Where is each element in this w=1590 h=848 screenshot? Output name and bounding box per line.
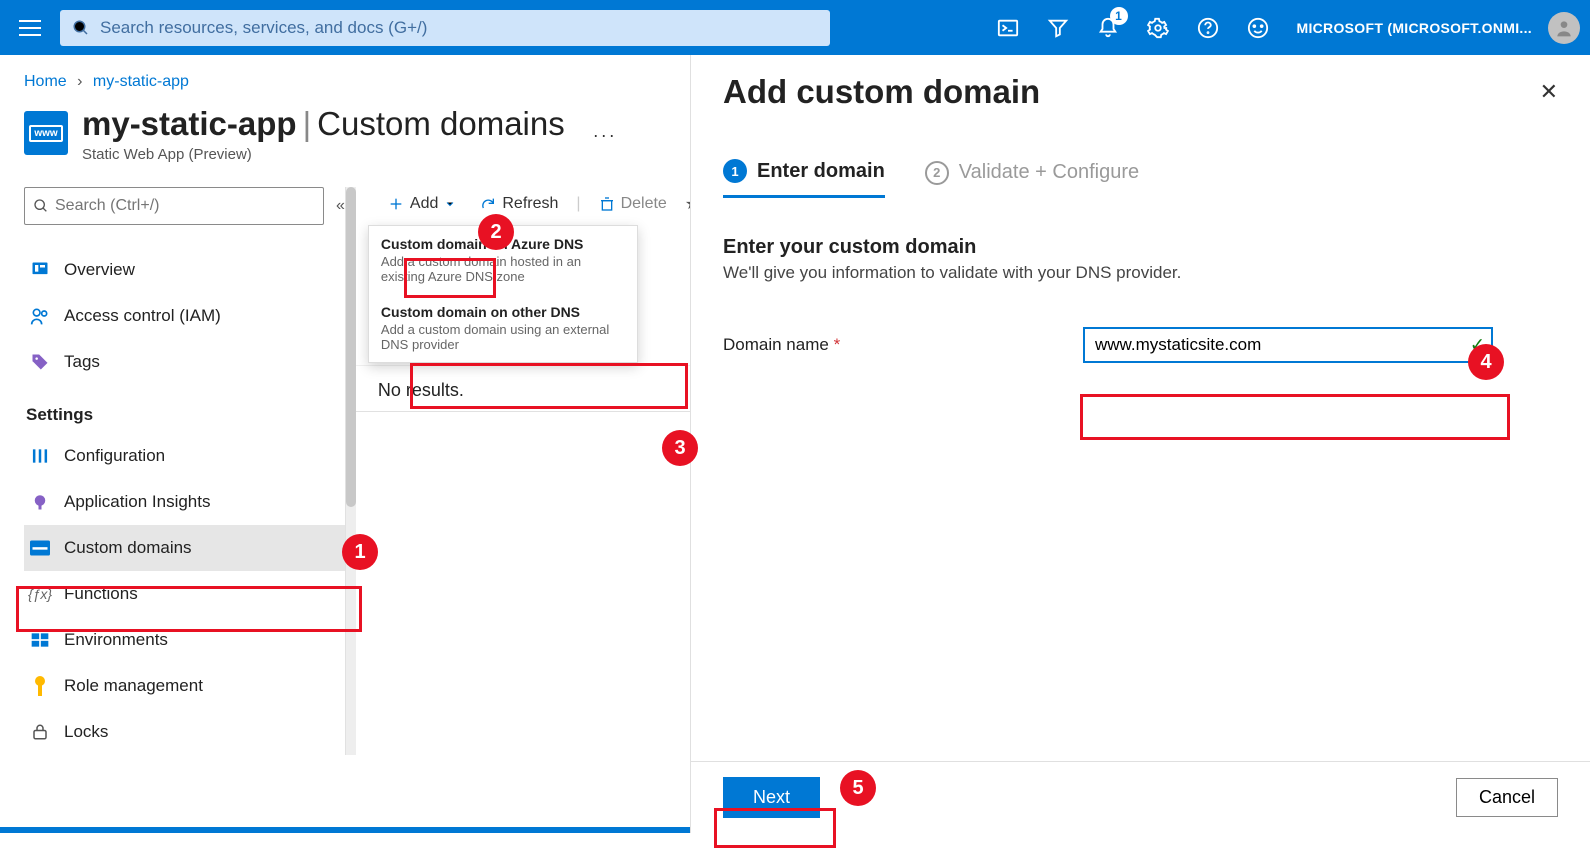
add-button[interactable]: Add [378,191,466,217]
sidebar-item-label: Locks [64,722,108,742]
sidebar-item-custom-domains[interactable]: Custom domains [24,525,345,571]
sidebar-item-label: Custom domains [64,538,192,558]
collapse-sidebar-icon[interactable]: « [336,197,345,215]
close-panel-button[interactable]: ✕ [1540,79,1558,105]
sidebar-item-functions[interactable]: {ƒx} Functions [24,571,345,617]
scrollbar[interactable] [346,187,356,755]
main-content: Home › my-static-app www my-static-app|C… [0,55,690,833]
dropdown-option-azure-dns[interactable]: Custom domain on Azure DNS Add a custom … [369,226,637,294]
top-bar: 1 MICROSOFT (MICROSOFT.ONMI... [0,0,1590,55]
breadcrumb-current[interactable]: my-static-app [93,73,189,90]
breadcrumb: Home › my-static-app [24,73,666,91]
global-search[interactable] [60,10,830,46]
step-enter-domain[interactable]: 1Enter domain [723,159,885,198]
custom-domains-icon [28,536,52,560]
sidebar-item-label: Role management [64,676,203,696]
sidebar-item-tags[interactable]: Tags [24,339,345,385]
no-results-text: No results. [356,365,713,412]
account-name[interactable]: MICROSOFT (MICROSOFT.ONMI... [1285,20,1545,36]
refresh-button[interactable]: Refresh [470,191,568,217]
cloud-shell-icon[interactable] [985,5,1031,51]
tags-icon [28,350,52,374]
feedback-icon[interactable] [1235,5,1281,51]
add-custom-domain-panel: Add custom domain ✕ 1Enter domain 2Valid… [690,55,1590,833]
bottom-accent [0,827,690,833]
sidebar-item-label: Access control (IAM) [64,306,221,326]
section-help-text: We'll give you information to validate w… [723,263,1558,283]
account-avatar[interactable] [1548,12,1580,44]
sidebar-item-configuration[interactable]: Configuration [24,433,345,479]
sidebar-item-overview[interactable]: Overview [24,247,345,293]
sidebar-item-role-management[interactable]: Role management [24,663,345,709]
panel-title: Add custom domain [723,73,1040,111]
resource-icon: www [24,111,68,155]
sidebar-item-environments[interactable]: Environments [24,617,345,663]
next-button[interactable]: Next [723,777,820,818]
delete-button[interactable]: Delete [589,191,677,217]
dropdown-option-other-dns[interactable]: Custom domain on other DNS Add a custom … [369,294,637,362]
domain-name-input[interactable] [1083,327,1493,363]
sidebar-item-label: Configuration [64,446,165,466]
menu-toggle[interactable] [10,8,50,48]
resource-sidebar: « Overview Access control (IAM) Tags Set… [24,187,345,755]
help-icon[interactable] [1185,5,1231,51]
cancel-button[interactable]: Cancel [1456,778,1558,817]
app-insights-icon [28,490,52,514]
functions-icon: {ƒx} [28,582,52,606]
sidebar-item-locks[interactable]: Locks [24,709,345,755]
access-control-icon [28,304,52,328]
notifications-icon[interactable]: 1 [1085,5,1131,51]
breadcrumb-home[interactable]: Home [24,73,67,90]
step-validate-configure[interactable]: 2Validate + Configure [925,159,1139,198]
sidebar-item-label: Overview [64,260,135,280]
more-actions[interactable]: ··· [593,125,617,146]
add-dropdown: Custom domain on Azure DNS Add a custom … [368,225,638,363]
sidebar-item-label: Application Insights [64,492,210,512]
domain-name-label: Domain name * [723,335,1063,355]
filter-icon[interactable] [1035,5,1081,51]
chevron-down-icon [444,198,456,210]
section-heading: Enter your custom domain [723,236,1558,259]
resource-type: Static Web App (Preview) [82,146,565,163]
page-title: my-static-app|Custom domains [82,105,565,143]
sidebar-item-label: Tags [64,352,100,372]
notification-badge: 1 [1110,7,1128,25]
role-management-icon [28,674,52,698]
sidebar-search[interactable] [24,187,324,225]
sidebar-item-app-insights[interactable]: Application Insights [24,479,345,525]
sidebar-search-input[interactable] [55,197,315,215]
main-panel: Add Refresh | Delete ★ Custom domain on … [345,187,713,755]
sidebar-item-access-control[interactable]: Access control (IAM) [24,293,345,339]
configuration-icon [28,444,52,468]
lock-icon [28,720,52,744]
sidebar-item-label: Environments [64,630,168,650]
global-search-input[interactable] [100,18,818,38]
sidebar-item-label: Functions [64,584,138,604]
sidebar-section-settings: Settings [26,405,345,425]
settings-icon[interactable] [1135,5,1181,51]
validation-check-icon: ✓ [1470,335,1485,356]
overview-icon [28,258,52,282]
environments-icon [28,628,52,652]
